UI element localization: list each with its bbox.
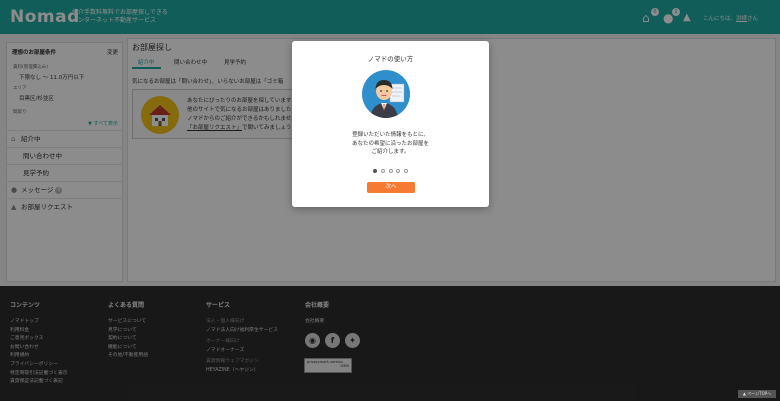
page-dot-4[interactable] xyxy=(396,169,401,173)
page-dot-1[interactable] xyxy=(372,169,377,173)
modal-body: 登録いただいた情報をもとに、 あなたの希望に沿ったお部屋を ご紹介します。 xyxy=(351,132,429,155)
how-to-modal: ノマドの使い方 登録いただいた情報をもとに、 あなたの希望に沿ったお部屋を ご紹… xyxy=(292,41,489,207)
modal-title: ノマドの使い方 xyxy=(367,55,414,63)
consultant-avatar xyxy=(362,70,410,118)
person-illustration xyxy=(370,80,405,118)
next-button[interactable]: 次へ xyxy=(367,182,415,193)
page-top-button[interactable]: ▲ ページTOPへ xyxy=(738,390,776,398)
page-dot-5[interactable] xyxy=(404,169,409,173)
page-dot-3[interactable] xyxy=(388,169,393,173)
page-dot-2[interactable] xyxy=(380,169,385,173)
pagination-dots xyxy=(292,168,489,175)
